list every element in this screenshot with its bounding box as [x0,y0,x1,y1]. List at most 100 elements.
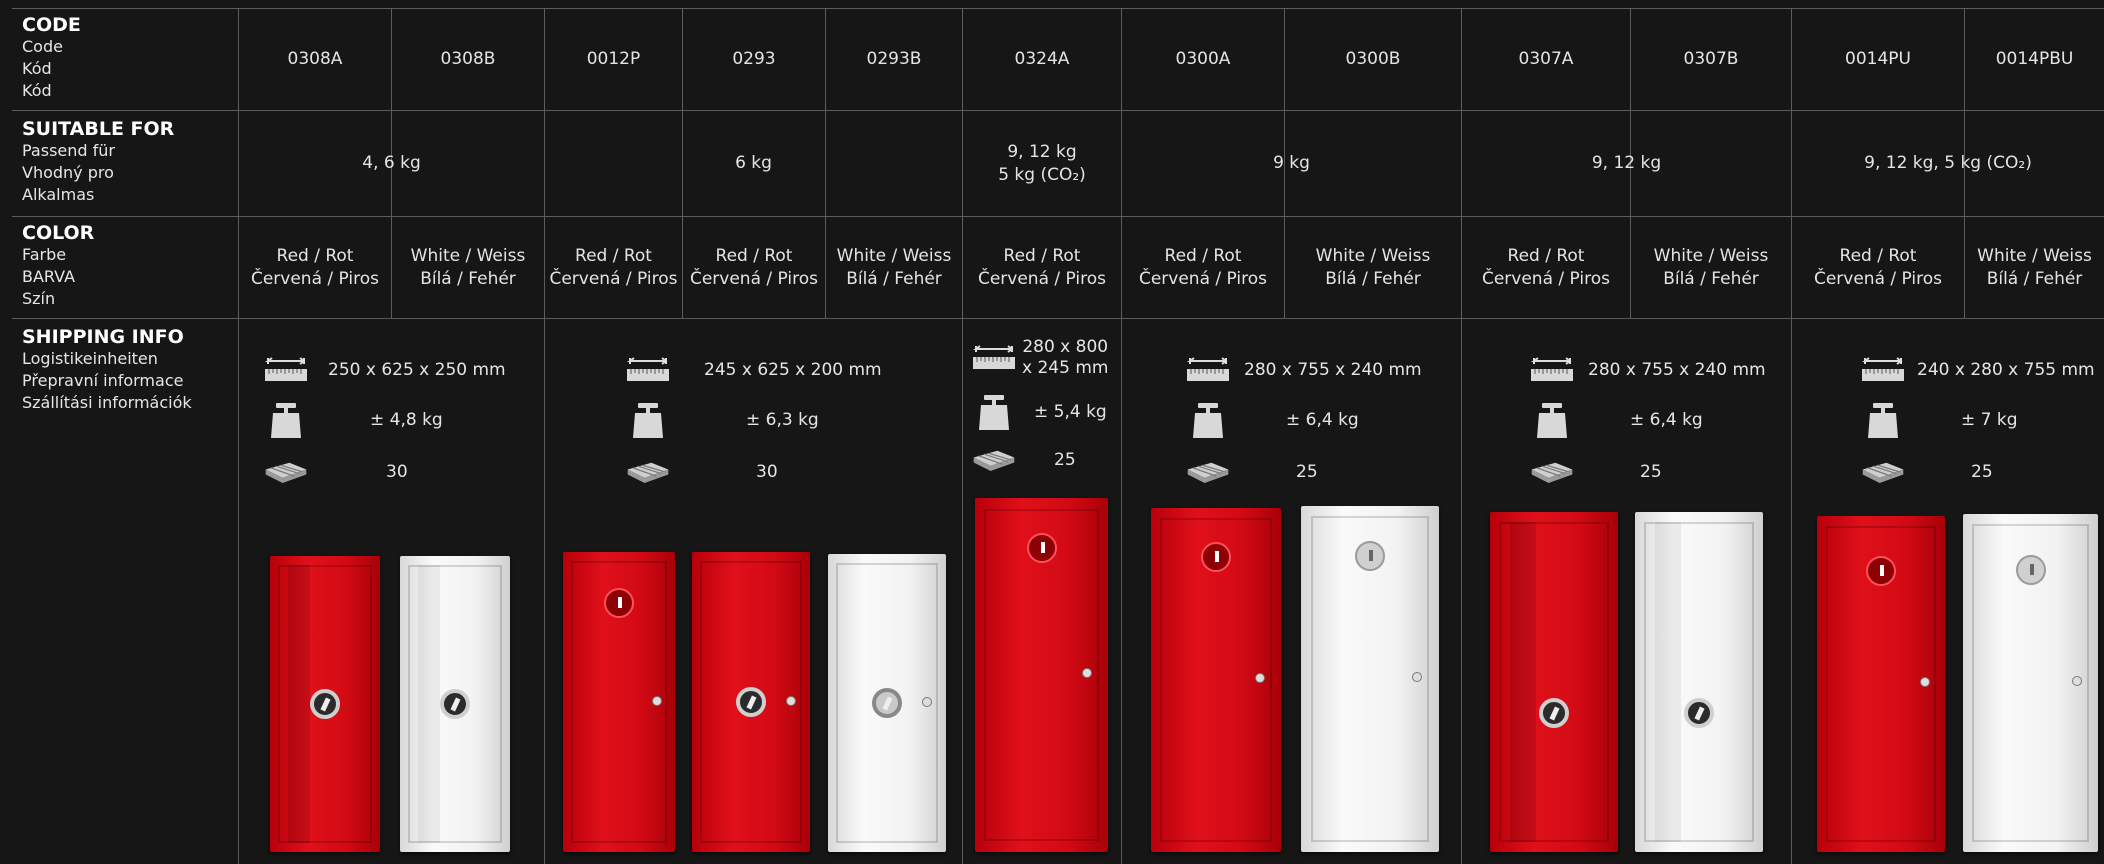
ruler-icon [264,353,308,387]
shipping-weight: ± 7 kg [1861,403,2018,438]
keyhole-icon [921,697,932,708]
color-text: Červená / Piros [1481,268,1611,289]
color-text: Červená / Piros [549,268,678,289]
cabinet-image-0307a [1490,512,1618,852]
suitable-cell: 6 kg [545,111,962,216]
dims-text: 245 x 625 x 200 mm [704,360,882,380]
ruler-icon [972,341,1016,375]
suitable-text: 5 kg (CO₂) [998,164,1086,185]
cabinet-image-0308b [400,556,510,852]
code-cell: 0293B [866,49,922,69]
keyhole-icon [1919,677,1930,688]
color-cell: White / Weiss Bílá / Fehér [392,217,544,318]
dims-line: 280 x 800 [1022,337,1109,357]
color-cell: White / Weiss Bílá / Fehér [1631,217,1791,318]
shipping-pallet: 30 [264,455,408,489]
row-title: COLOR [22,222,95,244]
color-text: Červená / Piros [1813,268,1943,289]
shipping-dims: 250 x 625 x 250 mm [264,353,506,387]
pallet-text: 30 [386,462,408,482]
scale-icon [264,403,308,438]
color-cell: Red / Rot Červená / Piros [1122,217,1284,318]
shipping-dims: 280 x 755 x 240 mm [1530,353,1766,387]
weight-text: ± 6,4 kg [1286,410,1359,430]
pallet-icon [264,455,308,489]
dims-text: 250 x 625 x 250 mm [328,360,506,380]
row-header-suitable: SUITABLE FOR Passend für Vhodný pro Alka… [22,118,232,206]
dims-line: x 245 mm [1022,358,1109,378]
shipping-weight: ± 5,4 kg [972,395,1107,430]
color-text: White / Weiss [1653,245,1769,266]
suitable-text: 6 kg [735,153,772,173]
suitable-cell: 9 kg [1122,111,1461,216]
cabinet-image-0293b [828,554,946,852]
row-subtitle: Kód [22,59,52,78]
suitable-text: 9 kg [1273,153,1310,173]
pallet-icon [1861,455,1905,489]
cabinet-image-0300a [1151,508,1281,852]
color-text: Red / Rot [276,245,354,266]
row-header-code: CODE Code Kód Kód [22,14,232,102]
suitable-cell: 9, 12 kg 5 kg (CO₂) [963,111,1121,216]
keyhole-icon [2071,676,2082,687]
pallet-icon [1530,455,1574,489]
color-text: Červená / Piros [977,268,1107,289]
pallet-text: 30 [756,462,778,482]
shipping-weight: ± 6,4 kg [1530,403,1703,438]
cabinet-image-0014pbu [1963,514,2098,852]
suitable-text: 9, 12 kg [1591,153,1662,173]
row-header-shipping: SHIPPING INFO Logistikeinheiten Přepravn… [22,326,232,414]
shipping-pallet: 25 [1861,455,1993,489]
color-text: Red / Rot [1003,245,1081,266]
code-cell: 0014PBU [1995,49,2074,69]
window-icon [1355,540,1385,571]
shipping-pallet: 30 [626,455,778,489]
code-cell: 0293 [732,49,776,69]
suitable-cell: 4, 6 kg [239,111,544,216]
keyhole-icon [1082,667,1093,678]
color-cell: Red / Rot Červená / Piros [963,217,1121,318]
shipping-dims: 245 x 625 x 200 mm [626,353,882,387]
code-cell: 0307A [1518,49,1574,69]
code-cell: 0308B [440,49,496,69]
color-text: Bílá / Fehér [420,268,516,289]
keyhole-icon [651,696,662,706]
cabinet-image-0293 [692,552,810,852]
pallet-icon [626,455,670,489]
color-text: White / Weiss [410,245,526,266]
color-cell: Red / Rot Červená / Piros [683,217,825,318]
color-cell: Red / Rot Červená / Piros [1792,217,1964,318]
color-text: Bílá / Fehér [846,268,942,289]
cabinet-image-0308a [270,556,380,852]
code-cell: 0308A [287,49,343,69]
suitable-cell: 9, 12 kg [1462,111,1791,216]
row-subtitle: Szín [22,289,56,308]
color-text: White / Weiss [1977,245,2092,266]
pallet-text: 25 [1054,450,1076,470]
color-text: Bílá / Fehér [1325,268,1421,289]
row-subtitle: Kód [22,81,52,100]
row-subtitle: Code [22,37,63,56]
row-subtitle: Szállítási információk [22,393,192,412]
color-text: Red / Rot [715,245,793,266]
color-cell: White / Weiss Bílá / Fehér [1965,217,2104,318]
color-cell: Red / Rot Červená / Piros [239,217,391,318]
lock-icon [1684,697,1714,728]
dims-text: 240 x 280 x 755 mm [1917,360,2095,380]
color-text: Red / Rot [1507,245,1585,266]
ruler-icon [1530,353,1574,387]
weight-text: ± 6,3 kg [746,410,819,430]
shipping-weight: ± 6,4 kg [1186,403,1359,438]
window-icon [604,588,634,618]
weight-text: ± 5,4 kg [1034,402,1107,422]
row-title: SUITABLE FOR [22,118,175,140]
keyhole-icon [785,696,796,706]
shipping-weight: ± 6,3 kg [626,403,819,438]
row-title: SHIPPING INFO [22,326,184,348]
code-cell: 0300A [1175,49,1231,69]
lock-icon [872,688,902,718]
ruler-icon [1186,353,1230,387]
row-subtitle: BARVA [22,267,76,286]
shipping-dims: 280 x 755 x 240 mm [1186,353,1422,387]
lock-icon [736,687,766,717]
